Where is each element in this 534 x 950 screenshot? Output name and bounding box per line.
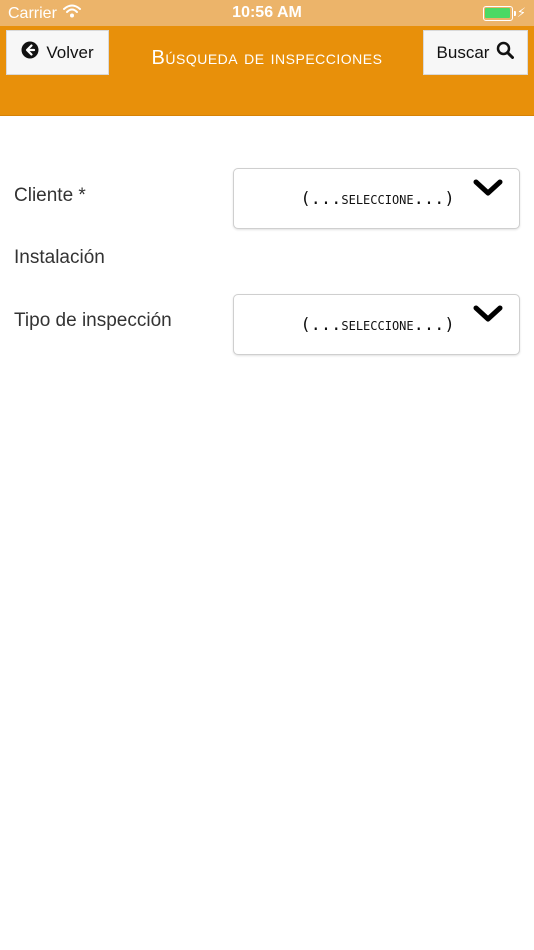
- navigation-bar: Volver Búsqueda de inspecciones Buscar: [0, 26, 534, 116]
- cliente-select[interactable]: (...seleccione...): [233, 168, 520, 229]
- instalacion-label: Instalación: [14, 247, 105, 268]
- page-title: Búsqueda de inspecciones: [151, 47, 383, 69]
- bolt-icon: ⚡: [516, 5, 526, 20]
- arrow-circle-left-icon: [21, 41, 39, 64]
- chevron-down-icon: [473, 177, 503, 199]
- search-button-label: Buscar: [436, 42, 490, 62]
- battery-level-fill: [485, 8, 511, 18]
- back-button-label: Volver: [46, 42, 94, 62]
- back-button[interactable]: Volver: [6, 30, 109, 75]
- tipo-inspeccion-label: Tipo de inspección: [14, 310, 172, 331]
- status-right: ⚡: [482, 5, 526, 21]
- status-time: 10:56 AM: [232, 4, 302, 21]
- status-bar: Carrier 10:56 AM ⚡: [0, 0, 534, 26]
- chevron-down-icon: [473, 303, 503, 325]
- tipo-inspeccion-select[interactable]: (...seleccione...): [233, 294, 520, 355]
- cliente-label: Cliente *: [14, 185, 86, 206]
- magnifier-icon: [496, 41, 515, 64]
- battery-icon: [482, 5, 516, 21]
- search-button[interactable]: Buscar: [423, 30, 528, 75]
